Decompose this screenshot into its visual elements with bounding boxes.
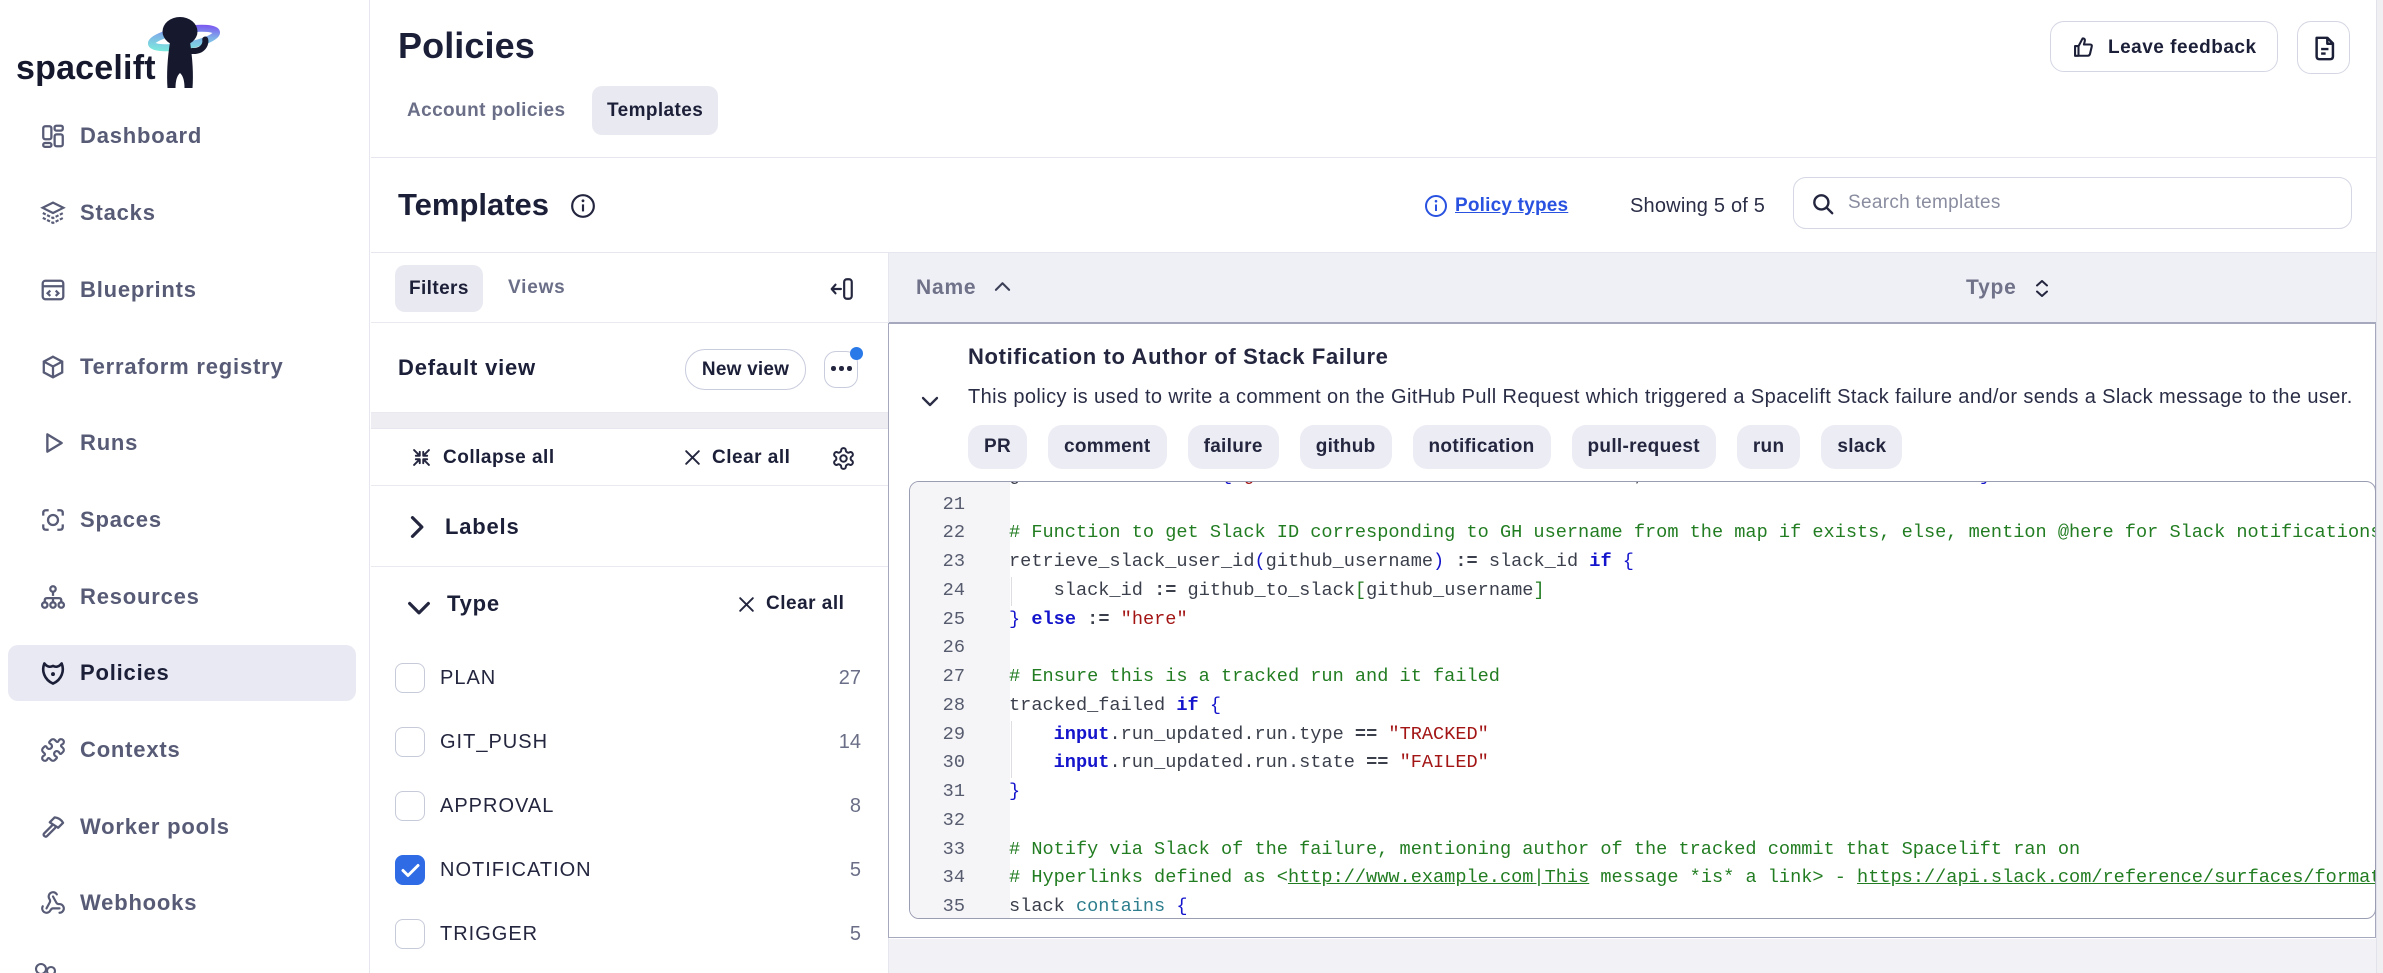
svg-text:spacelift: spacelift bbox=[16, 49, 156, 87]
